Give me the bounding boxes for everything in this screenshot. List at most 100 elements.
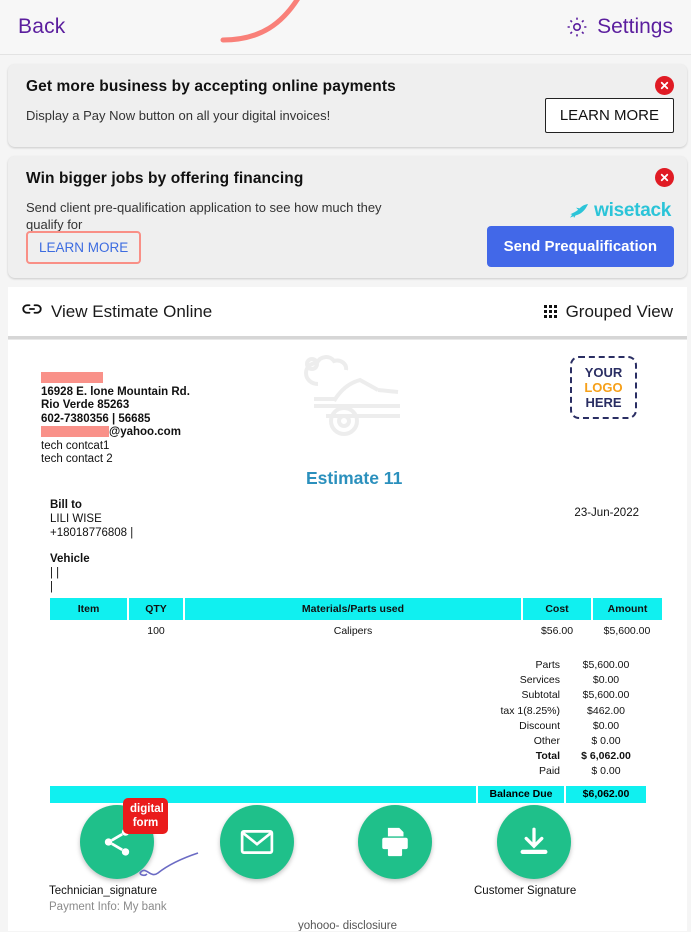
payment-info: Payment Info: My bank <box>49 901 167 913</box>
email-icon <box>240 830 274 854</box>
logo-line-1: YOUR <box>584 365 623 380</box>
scrollbar[interactable] <box>691 0 695 932</box>
totals-row: Paid $ 0.00 <box>456 764 646 779</box>
send-prequalification-button[interactable]: Send Prequalification <box>486 226 674 267</box>
banner-financing: Win bigger jobs by offering financing Se… <box>8 156 687 278</box>
bird-icon <box>570 204 589 218</box>
banner-title: Win bigger jobs by offering financing <box>26 170 304 187</box>
totals-label: Paid <box>538 765 560 778</box>
vehicle-line-1: | | <box>50 567 60 579</box>
totals-label: Subtotal <box>521 689 560 702</box>
banner-subtitle: Send client pre-qualification applicatio… <box>26 200 382 232</box>
company-name-redacted <box>41 372 190 386</box>
car-repair-icon <box>303 355 400 436</box>
gear-icon <box>565 15 589 39</box>
bill-to-phone: +18018776808 | <box>50 527 134 539</box>
cell-cost: $56.00 <box>540 625 574 637</box>
cell-material: Calipers <box>333 625 373 637</box>
totals-label: Total <box>535 750 560 763</box>
col-header-cost: Cost <box>522 598 593 620</box>
digital-form-badge: digital form <box>123 798 168 834</box>
totals-label: Services <box>519 674 560 687</box>
technician-signature-caption: Technician_signature <box>49 885 158 897</box>
logo-line-2: LOGO <box>584 380 623 395</box>
vehicle-label: Vehicle <box>50 553 90 565</box>
settings-button[interactable]: Settings <box>565 15 673 39</box>
address-line-2: Rio Verde 85263 <box>41 399 130 411</box>
totals-row: tax 1(8.25%) $462.00 <box>456 704 646 719</box>
document-action-buttons: digital form <box>8 795 687 885</box>
totals-row: Subtotal $5,600.00 <box>456 688 646 703</box>
totals-value: $462.00 <box>587 704 625 717</box>
settings-label: Settings <box>597 15 673 38</box>
totals-value: $ 6,062.00 <box>581 750 631 763</box>
company-phone: 602-7380356 | 56685 <box>41 412 151 425</box>
cell-qty: 100 <box>147 625 165 637</box>
totals-label: Parts <box>535 659 560 671</box>
vehicle-line-2: | <box>50 581 53 593</box>
col-header-amount: Amount <box>592 598 662 620</box>
print-button[interactable] <box>358 805 432 879</box>
wisetack-label: wisetack <box>594 200 671 221</box>
view-estimate-online-label: View Estimate Online <box>51 301 213 321</box>
banner-online-payments: Get more business by accepting online pa… <box>8 64 687 195</box>
totals-row: Parts $5,600.00 <box>456 658 646 673</box>
learn-more-link[interactable]: LEARN MORE <box>26 231 142 264</box>
print-icon <box>382 827 408 857</box>
totals-value: $ 0.00 <box>591 735 621 748</box>
estimate-document: 16928 E. lone Mountain Rd. Rio Verde 852… <box>8 339 687 931</box>
back-button[interactable]: Back <box>18 15 66 39</box>
grid-icon <box>543 305 557 318</box>
logo-placeholder[interactable]: YOUR LOGO HERE <box>570 356 637 419</box>
banner-title: Get more business by accepting online pa… <box>26 78 396 95</box>
totals-label: Other <box>533 735 560 748</box>
customer-signature-caption: Customer Signature <box>474 885 577 897</box>
disclosure-text: yohooo- disclosiure <box>297 920 398 931</box>
cell-item <box>50 620 128 642</box>
table-header-row: Item QTY Materials/Parts used Cost Amoun… <box>50 598 662 620</box>
close-icon[interactable] <box>655 76 674 95</box>
learn-more-button[interactable]: LEARN MORE <box>544 98 674 133</box>
totals-value: $0.00 <box>592 719 620 732</box>
table-row[interactable]: 100 Calipers $56.00 $5,600.00 <box>50 620 662 642</box>
bill-to-block: Bill to LILI WISE +18018776808 | Vehicle… <box>50 498 133 594</box>
totals-value: $5,600.00 <box>582 689 630 702</box>
totals-row: Services $0.00 <box>456 673 646 688</box>
logo-line-3: HERE <box>585 395 622 410</box>
totals-value: $0.00 <box>592 674 620 687</box>
email-button[interactable] <box>220 805 294 879</box>
bill-to-name: LILI WISE <box>50 513 102 525</box>
email-suffix: @yahoo.com <box>109 426 181 438</box>
company-address-block: 16928 E. lone Mountain Rd. Rio Verde 852… <box>41 372 190 467</box>
col-header-item: Item <box>50 598 129 620</box>
close-icon[interactable] <box>655 168 674 187</box>
top-bar: Back Settings <box>0 0 695 55</box>
bill-to-label: Bill to <box>50 499 82 511</box>
address-line-1: 16928 E. lone Mountain Rd. <box>41 385 190 398</box>
download-icon <box>520 827 548 855</box>
grouped-view-button[interactable]: Grouped View <box>543 301 673 322</box>
line-items-table: Item QTY Materials/Parts used Cost Amoun… <box>50 598 662 642</box>
wisetack-logo: wisetack <box>566 200 671 222</box>
col-header-qty: QTY <box>128 598 185 620</box>
totals-value: $ 0.00 <box>591 765 621 778</box>
action-row: View Estimate Online Grouped View <box>8 0 687 339</box>
technician-signature-scribble <box>139 852 199 877</box>
tech-contact-1: tech contcat1 <box>41 439 110 452</box>
totals-value: $5,600.00 <box>582 659 630 671</box>
totals-row-total: Total $ 6,062.00 <box>456 749 646 764</box>
document-date: 23-Jun-2022 <box>574 507 639 519</box>
app-root: Back Settings Get more business by accep… <box>0 0 695 932</box>
totals-label: tax 1(8.25%) <box>500 704 560 717</box>
totals-row: Discount $0.00 <box>456 719 646 734</box>
totals-label: Discount <box>519 719 560 732</box>
totals-block: Parts $5,600.00 Services $0.00 Subtotal $5,… <box>456 658 646 780</box>
company-email: @yahoo.com <box>41 426 190 440</box>
totals-row: Other $ 0.00 <box>456 734 646 749</box>
page-title: Estimate 11 <box>306 468 403 488</box>
download-button[interactable] <box>497 805 571 879</box>
view-estimate-online-button[interactable]: View Estimate Online <box>22 302 212 322</box>
link-icon <box>22 302 42 321</box>
grouped-view-label: Grouped View <box>565 301 673 321</box>
tech-contact-2: tech contact 2 <box>41 453 113 465</box>
